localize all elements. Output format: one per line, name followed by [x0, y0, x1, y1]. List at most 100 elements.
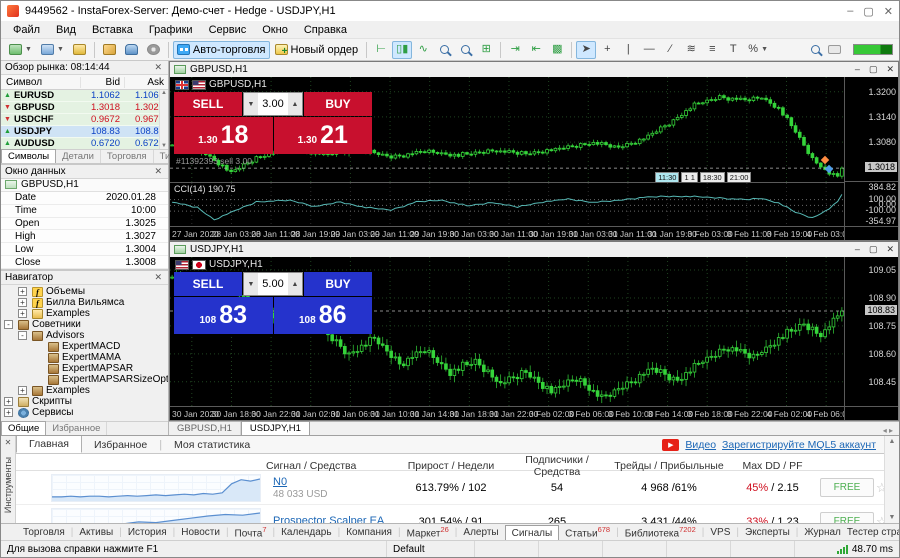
bars-view-button[interactable]: ⊢: [371, 41, 391, 59]
ping-value[interactable]: 48.70 ms: [852, 544, 893, 555]
horizontal-line-button[interactable]: —: [639, 41, 659, 59]
tree-item-expertmapsarsizeoptim[interactable]: ExpertMAPSARSizeOptim: [1, 374, 168, 385]
tab-signals-mystats[interactable]: Моя статистика: [162, 437, 262, 453]
vertical-line-button[interactable]: |: [618, 41, 638, 59]
maximize-button[interactable]: ▢: [863, 5, 873, 18]
menu-window[interactable]: Окно: [254, 22, 296, 38]
tab-favorites[interactable]: Избранное: [46, 422, 107, 435]
favorite-star-icon[interactable]: ☆: [876, 480, 884, 496]
tab-mail[interactable]: Почта7: [229, 524, 273, 540]
tab-articles[interactable]: Статьи678: [559, 524, 616, 540]
gbpusd-price-pane[interactable]: GBPUSD,H1 SELL ▼ 3.00 ▲: [170, 77, 844, 182]
signal-name-link[interactable]: Prospector Scalper EA: [273, 515, 384, 523]
cursor-button[interactable]: ➤: [576, 41, 596, 59]
data-window-close-icon[interactable]: ✕: [152, 166, 164, 177]
volume-input[interactable]: 3.00: [258, 93, 288, 115]
tab-signals-favorites[interactable]: Избранное: [82, 437, 159, 453]
tree-item-scripts[interactable]: +Скрипты: [1, 396, 168, 407]
channel-button[interactable]: ≡: [702, 41, 722, 59]
fibonacci-button[interactable]: ≋: [681, 41, 701, 59]
market-watch-scrollbar[interactable]: ▲▼: [159, 90, 168, 149]
tab-history[interactable]: История: [122, 526, 173, 539]
tree-item-expertmama[interactable]: ExpertMAMA: [1, 352, 168, 363]
market-watch-button[interactable]: [99, 41, 120, 59]
tree-item-expertmapsar[interactable]: ExpertMAPSAR: [1, 363, 168, 374]
chart-tab-usdjpy[interactable]: USDJPY,H1: [241, 421, 310, 435]
symbol-row-usdjpy[interactable]: ▲USDJPY 108.83108.86: [1, 126, 168, 138]
strategy-tester-label[interactable]: Тестер стратегий: [847, 527, 900, 538]
buy-button[interactable]: BUY: [304, 92, 372, 116]
tree-item-services[interactable]: +Сервисы: [1, 407, 168, 418]
tree-item-expertmacd[interactable]: ExpertMACD: [1, 341, 168, 352]
profiles-button[interactable]: ▼: [37, 41, 68, 59]
menu-tools[interactable]: Сервис: [201, 22, 255, 38]
free-button[interactable]: FREE: [820, 478, 874, 497]
volume-down-button[interactable]: ▼: [244, 273, 258, 295]
chart-close-button[interactable]: ✕: [886, 244, 894, 255]
tab-vps[interactable]: VPS: [704, 526, 736, 539]
status-profile[interactable]: Default: [387, 541, 475, 557]
tab-company[interactable]: Компания: [340, 526, 398, 539]
minimize-button[interactable]: –: [847, 5, 853, 18]
favorite-star-icon[interactable]: ☆: [876, 514, 884, 524]
chart-close-button[interactable]: ✕: [886, 64, 894, 75]
menu-file[interactable]: Файл: [5, 22, 48, 38]
line-view-button[interactable]: ∿: [413, 41, 433, 59]
tab-news[interactable]: Новости: [175, 526, 226, 539]
crosshair-button[interactable]: +: [597, 41, 617, 59]
toolbox-scrollbar[interactable]: ▲▼: [884, 436, 899, 523]
tab-assets[interactable]: Активы: [73, 526, 119, 539]
tab-signals-main[interactable]: Главная: [16, 436, 82, 453]
tab-calendar[interactable]: Календарь: [275, 526, 337, 539]
tab-trading[interactable]: Торговля: [101, 150, 154, 163]
zoom-out-button[interactable]: [455, 41, 475, 59]
new-order-button[interactable]: Новый ордер: [271, 41, 363, 59]
menu-charts[interactable]: Графики: [141, 22, 201, 38]
new-chart-button[interactable]: ▼: [5, 41, 36, 59]
video-link[interactable]: Видео: [685, 439, 716, 451]
menu-insert[interactable]: Вставка: [84, 22, 141, 38]
signal-row-prospector[interactable]: Prospector Scalper EA 301.54% / 91 265 3…: [16, 505, 884, 523]
chart-maximize-button[interactable]: ▢: [869, 244, 878, 255]
tab-experts[interactable]: Эксперты: [739, 526, 796, 539]
tree-item-advisors[interactable]: -Advisors: [1, 330, 168, 341]
data-window-button[interactable]: [121, 41, 142, 59]
tab-scroll-arrows[interactable]: ◂ ▸: [883, 426, 899, 435]
sell-button[interactable]: SELL: [174, 272, 242, 296]
menu-view[interactable]: Вид: [48, 22, 84, 38]
buy-price[interactable]: 1.3021: [274, 117, 373, 154]
symbol-row-usdchf[interactable]: ▼USDCHF 0.96720.9675: [1, 114, 168, 126]
gbpusd-cci-pane[interactable]: CCI(14) 190.75: [170, 182, 844, 226]
tab-codebase[interactable]: Библиотека7202: [619, 524, 702, 540]
toolbox-close-icon[interactable]: ✕: [5, 436, 12, 449]
youtube-icon[interactable]: ▶: [662, 439, 679, 451]
symbol-row-eurusd[interactable]: ▲EURUSD 1.10621.1065: [1, 90, 168, 102]
tile-windows-button[interactable]: ⊞: [476, 41, 496, 59]
volume-down-button[interactable]: ▼: [244, 93, 258, 115]
tab-alerts[interactable]: Алерты: [457, 526, 504, 539]
chart-tab-gbpusd[interactable]: GBPUSD,H1: [169, 422, 241, 435]
chart-maximize-button[interactable]: ▢: [869, 64, 878, 75]
volume-up-button[interactable]: ▲: [288, 93, 302, 115]
tab-journal[interactable]: Журнал: [798, 526, 847, 539]
tab-signals[interactable]: Сигналы: [505, 525, 560, 540]
trendline-button[interactable]: ∕: [660, 41, 680, 59]
sell-button[interactable]: SELL: [174, 92, 242, 116]
chat-icon[interactable]: [828, 45, 841, 54]
volume-input[interactable]: 5.00: [258, 273, 288, 295]
signal-row-n0[interactable]: N0 48 033 USD 613.79% / 102 54 4 968 /61…: [16, 471, 884, 505]
volume-up-button[interactable]: ▲: [288, 273, 302, 295]
free-button[interactable]: FREE: [820, 512, 874, 523]
navigator-button[interactable]: [143, 41, 164, 59]
text-button[interactable]: T: [723, 41, 743, 59]
tree-item-advisor-examples[interactable]: +Examples: [1, 385, 168, 396]
symbol-row-gbpusd[interactable]: ▼GBPUSD 1.30181.3021: [1, 102, 168, 114]
navigator-close-icon[interactable]: ✕: [152, 272, 164, 283]
tree-item-volumes[interactable]: +Объемы: [1, 286, 168, 297]
tab-trade[interactable]: Торговля: [17, 526, 71, 539]
buy-price[interactable]: 10886: [274, 297, 373, 334]
symbol-row-audusd[interactable]: ▲AUDUSD 0.67200.6723: [1, 138, 168, 149]
auto-scroll-button[interactable]: ⇤: [526, 41, 546, 59]
arrows-button[interactable]: %▼: [744, 41, 772, 59]
tab-common[interactable]: Общие: [1, 421, 46, 435]
